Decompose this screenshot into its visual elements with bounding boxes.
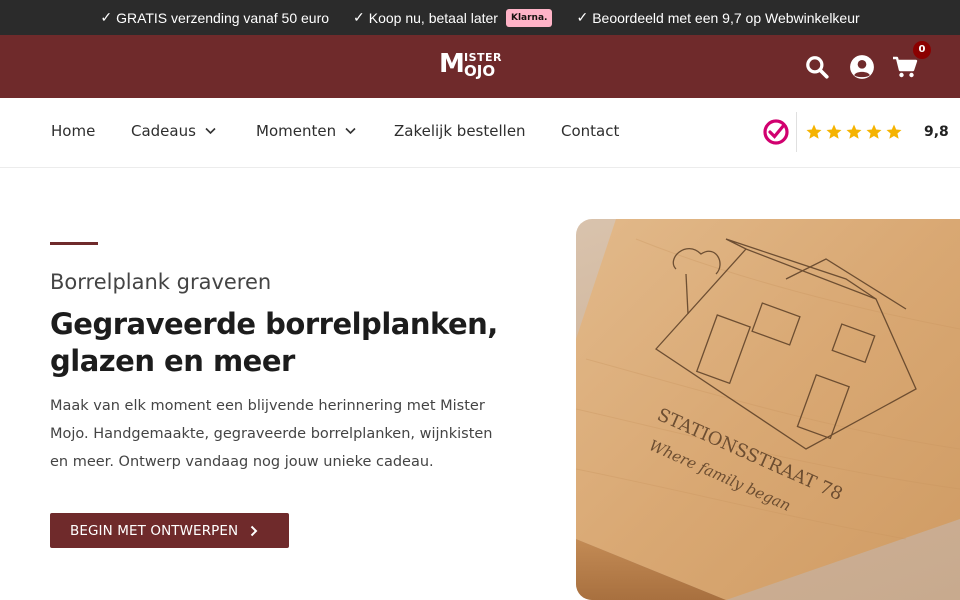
nav-item-label: Cadeaus: [131, 122, 196, 140]
headline-line: glazen en meer: [50, 344, 295, 378]
begin-met-ontwerpen-button[interactable]: BEGIN MET ONTWERPEN: [50, 513, 289, 548]
nav-item-momenten[interactable]: Momenten: [256, 122, 356, 140]
search-icon: [806, 56, 829, 79]
usp-rating: ✓ Beoordeeld met een 9,7 op Webwinkelkeu…: [576, 9, 859, 26]
usp-text: GRATIS verzending vanaf 50 euro: [116, 9, 330, 26]
nav-item-label: Momenten: [256, 122, 337, 140]
cart-button[interactable]: [892, 54, 918, 80]
nav-item-cadeaus[interactable]: Cadeaus: [131, 122, 216, 140]
intro-line: Mojo. Handgemaakte, gegraveerde borrelpl…: [50, 426, 493, 442]
webwinkelkeur-rating[interactable]: [762, 112, 905, 152]
search-button[interactable]: [804, 54, 830, 80]
intro-line: Maak van elk moment een blijvende herinn…: [50, 398, 485, 414]
hero-intro: Maak van elk moment een blijvende herinn…: [50, 392, 520, 476]
site-logo[interactable]: M ISTER OJO: [439, 51, 509, 83]
cta-label: BEGIN MET ONTWERPEN: [70, 522, 239, 539]
hero-image-engraved-board: STATIONSSTRAAT 78 Where family began: [576, 219, 960, 600]
chevron-down-icon: [345, 127, 356, 135]
klarna-badge: Klarna.: [505, 8, 553, 27]
hero-subtitle: Borrelplank graveren: [50, 270, 272, 294]
nav-item-label: Contact: [561, 122, 620, 140]
intro-line: en meer. Ontwerp vandaag nog jouw unieke…: [50, 454, 434, 470]
check-icon: ✓: [576, 9, 589, 25]
nav-item-label: Zakelijk bestellen: [394, 122, 526, 140]
check-icon: ✓: [100, 9, 113, 25]
rating-divider: [796, 112, 797, 152]
announcement-bar: ✓ GRATIS verzending vanaf 50 euro ✓ Koop…: [0, 0, 960, 35]
cart-icon: [893, 56, 918, 78]
star-icon: [865, 123, 883, 141]
star-icon: [805, 123, 823, 141]
user-icon: [850, 55, 874, 79]
usp-pay-later: ✓ Koop nu, betaal later Klarna.: [353, 8, 553, 27]
logo-letter-m: M: [439, 49, 465, 79]
check-icon: ✓: [353, 9, 365, 25]
logo-ojo: OJO: [464, 62, 496, 80]
account-button[interactable]: [849, 54, 875, 80]
cart-count-badge: 0: [913, 41, 931, 59]
hero-headline: Gegraveerde borrelplanken, glazen en mee…: [50, 306, 520, 380]
star-icon: [845, 123, 863, 141]
star-icon: [825, 123, 843, 141]
nav-item-home[interactable]: Home: [51, 122, 95, 140]
site-header: M ISTER OJO 0: [0, 35, 960, 98]
usp-text: Koop nu, betaal later: [368, 9, 498, 26]
usp-text: Beoordeeld met een 9,7 op Webwinkelkeur: [592, 9, 860, 26]
star-icon: [885, 123, 903, 141]
accent-line: [50, 242, 98, 245]
webwinkelkeur-icon: [762, 118, 790, 146]
nav-item-label: Home: [51, 122, 96, 140]
nav-item-contact[interactable]: Contact: [561, 122, 619, 140]
headline-line: Gegraveerde borrelplanken,: [50, 307, 498, 341]
chevron-right-icon: [250, 525, 258, 537]
rating-stars: [805, 123, 905, 141]
chevron-down-icon: [205, 127, 216, 135]
nav-item-zakelijk-bestellen[interactable]: Zakelijk bestellen: [394, 122, 526, 140]
usp-free-shipping: ✓ GRATIS verzending vanaf 50 euro: [100, 9, 329, 26]
main-navigation: Home Cadeaus Momenten Zakelijk bestellen…: [0, 98, 960, 168]
rating-score: 9,8: [924, 124, 949, 140]
engraved-board-illustration: STATIONSSTRAAT 78 Where family began: [576, 219, 960, 600]
